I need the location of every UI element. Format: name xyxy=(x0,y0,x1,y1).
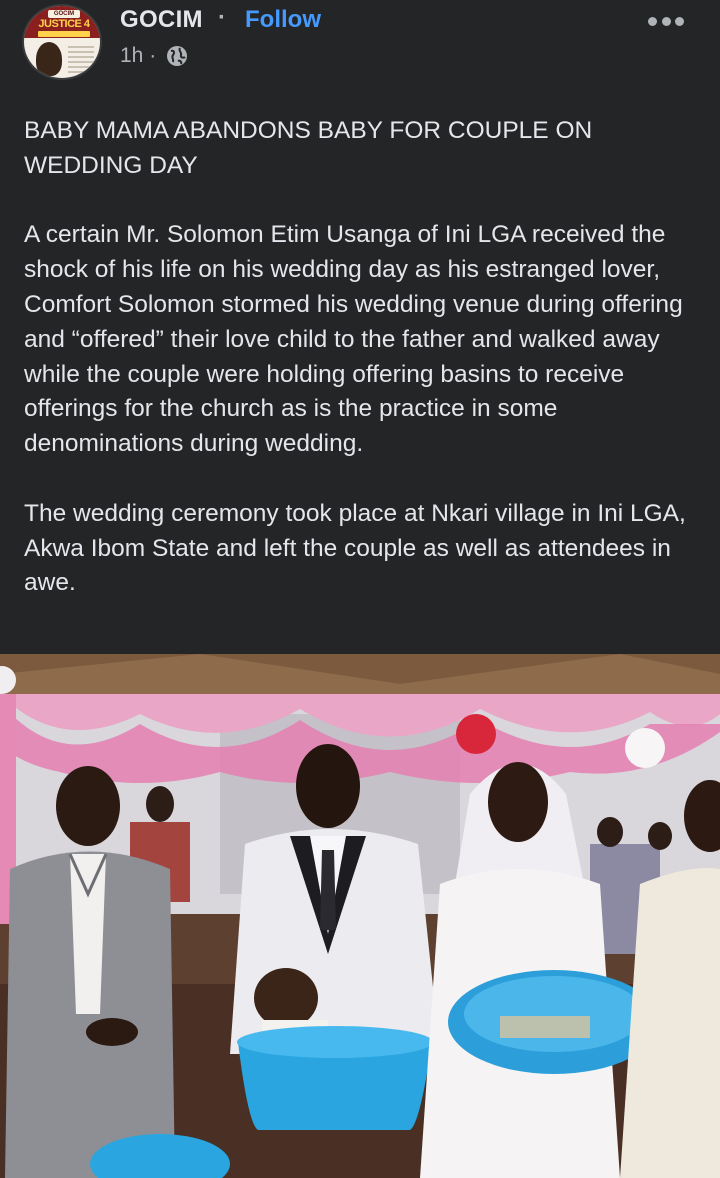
more-options-icon[interactable] xyxy=(648,16,684,26)
post-header: GOCIM JUSTICE 4 GOCIM · Follow 1h · xyxy=(0,0,720,100)
more-dot xyxy=(661,16,671,26)
avatar-logo-subband xyxy=(38,31,90,37)
more-dot xyxy=(648,16,657,26)
name-separator: · xyxy=(218,4,226,31)
post-headline: BABY MAMA ABANDONS BABY FOR COUPLE ON WE… xyxy=(24,117,593,179)
follow-button[interactable]: Follow xyxy=(245,6,321,34)
globe-icon[interactable] xyxy=(166,45,188,67)
post-paragraph: A certain Mr. Solomon Etim Usanga of Ini… xyxy=(24,221,683,458)
post-text: BABY MAMA ABANDONS BABY FOR COUPLE ON WE… xyxy=(24,114,704,636)
avatar-text-lines xyxy=(68,46,94,74)
post-photo[interactable] xyxy=(0,654,720,1178)
post-paragraph: The wedding ceremony took place at Nkari… xyxy=(24,499,686,597)
avatar-logo-text: JUSTICE 4 xyxy=(38,18,90,30)
more-dot xyxy=(675,16,684,26)
avatar-portrait xyxy=(36,42,62,76)
avatar-logo-top: GOCIM xyxy=(48,10,80,18)
page-name[interactable]: GOCIM xyxy=(120,6,203,34)
post-timestamp[interactable]: 1h · xyxy=(120,44,156,68)
page-avatar[interactable]: GOCIM JUSTICE 4 xyxy=(22,4,102,80)
